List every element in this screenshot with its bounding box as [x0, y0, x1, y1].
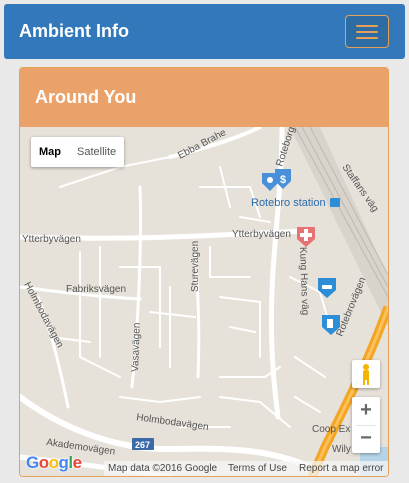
panel-header: Around You — [20, 68, 388, 127]
street-label-ytterbyvagen-right: Ytterbyvägen — [232, 229, 291, 240]
zoom-in-button[interactable]: + — [352, 397, 380, 425]
zoom-out-button[interactable]: − — [352, 425, 380, 453]
street-label-rotebro-station: Rotebro station — [251, 197, 326, 209]
street-label-vasavagen: Vasavägen — [130, 322, 143, 372]
street-label-fabriksvagen: Fabriksvägen — [66, 284, 126, 295]
street-view-pegman[interactable] — [352, 360, 380, 388]
route-267-label: 267 — [135, 440, 150, 450]
poi-label-coop: Coop Ex — [312, 424, 350, 435]
map-canvas[interactable]: $ Ebba Brahe Roteborgvägen Staffans väg … — [20, 127, 388, 477]
map-view[interactable]: $ Ebba Brahe Roteborgvägen Staffans väg … — [20, 127, 388, 477]
hamburger-menu-icon — [356, 31, 378, 33]
zoom-divider — [356, 425, 376, 426]
pegman-icon — [363, 364, 369, 385]
map-type-satellite-button[interactable]: Satellite — [69, 137, 124, 167]
zoom-control: + − — [352, 397, 380, 453]
svg-text:$: $ — [280, 174, 286, 186]
station-icon — [330, 198, 340, 207]
street-label-ytterbyvagen-left: Ytterbyvägen — [22, 234, 81, 245]
street-label-sturevagen: Sturevägen — [190, 241, 201, 292]
hamburger-menu-icon — [356, 25, 378, 27]
google-logo[interactable]: Google — [26, 453, 82, 473]
around-you-panel: Around You $ Ebba Brahe Roteborgvägen St… — [19, 67, 389, 477]
poi-label-wily: Wily — [332, 444, 351, 455]
map-type-map-button[interactable]: Map — [31, 137, 69, 167]
hamburger-menu-icon — [356, 37, 378, 39]
map-data-text: Map data ©2016 Google — [108, 463, 218, 474]
map-type-control: Map Satellite — [31, 137, 125, 167]
map-attribution-bar: Map data ©2016 Google Terms of Use Repor… — [104, 461, 388, 476]
navbar-toggle-button[interactable] — [345, 15, 389, 48]
brand-title[interactable]: Ambient Info — [19, 21, 129, 42]
navbar: Ambient Info — [4, 4, 405, 59]
report-map-error-link[interactable]: Report a map error — [299, 463, 383, 474]
terms-of-use-link[interactable]: Terms of Use — [228, 463, 287, 474]
panel-title: Around You — [35, 87, 137, 107]
